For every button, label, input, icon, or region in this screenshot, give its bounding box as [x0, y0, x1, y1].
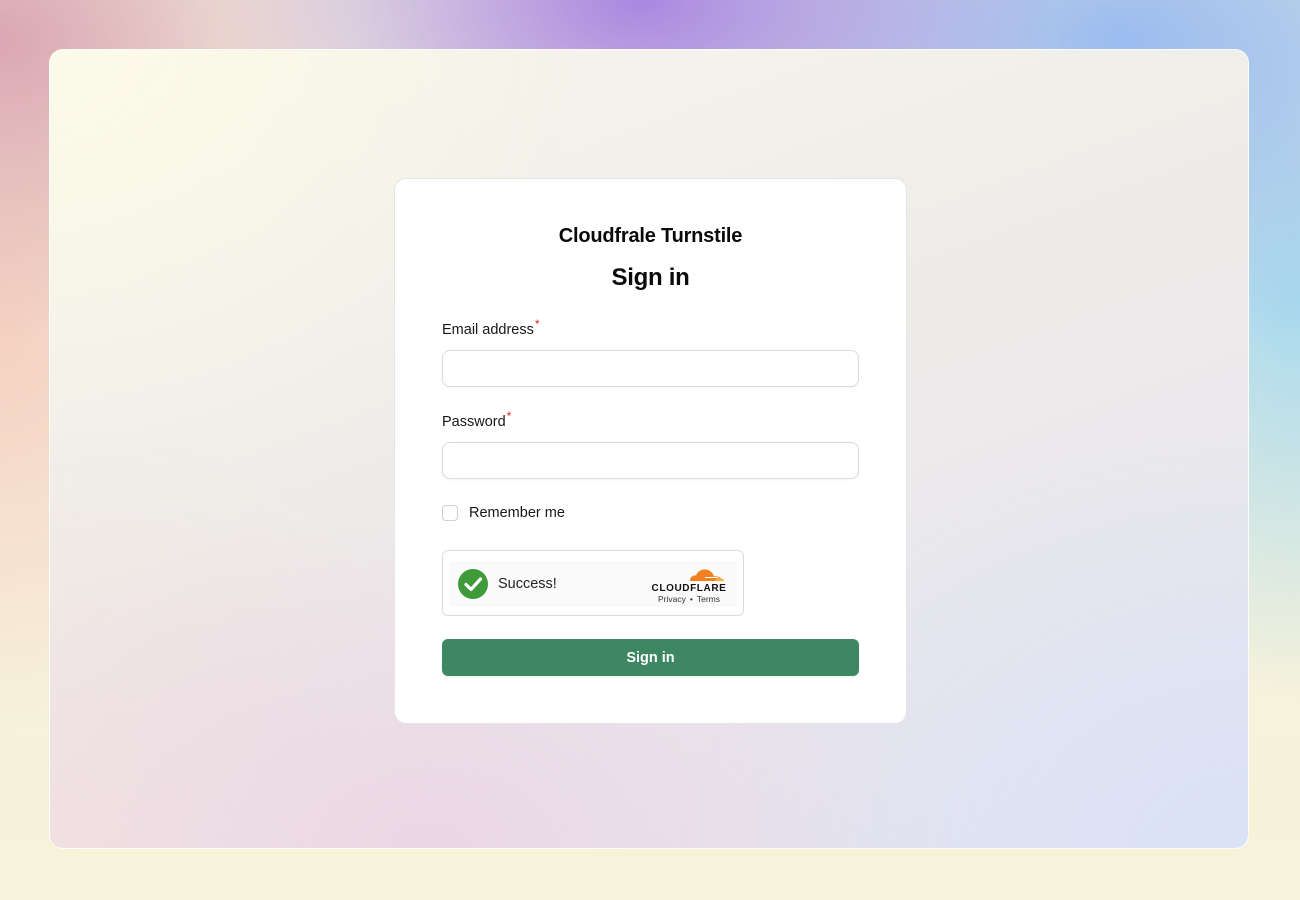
turnstile-body: Success! CLOUDFLARE Privacy • Terms: [449, 561, 737, 607]
cloudflare-logo-text: CLOUDFLARE: [652, 583, 727, 593]
check-circle-icon: [458, 569, 488, 599]
password-label-text: Password: [442, 414, 506, 430]
sign-in-card: Cloudfrale Turnstile Sign in Email addre…: [394, 178, 907, 724]
sign-in-button[interactable]: Sign in: [442, 639, 859, 676]
email-required-marker: *: [534, 317, 540, 331]
terms-link[interactable]: Terms: [697, 594, 720, 604]
turnstile-status-text: Success!: [498, 576, 557, 592]
email-label-text: Email address: [442, 322, 534, 338]
password-required-marker: *: [506, 409, 512, 423]
brand-title: Cloudfrale Turnstile: [558, 225, 743, 247]
remember-me-checkbox[interactable]: [442, 505, 458, 521]
password-label: Password*: [442, 409, 511, 430]
link-separator: •: [689, 594, 693, 604]
password-field[interactable]: [442, 442, 859, 479]
email-field[interactable]: [442, 350, 859, 387]
page-title: Sign in: [611, 264, 690, 291]
remember-me-label[interactable]: Remember me: [469, 505, 565, 521]
privacy-link[interactable]: Privacy: [658, 594, 686, 604]
page-frame: Cloudfrale Turnstile Sign in Email addre…: [49, 49, 1249, 849]
turnstile-links: Privacy • Terms: [649, 594, 729, 604]
turnstile-widget[interactable]: Success! CLOUDFLARE Privacy • Terms: [442, 550, 744, 616]
cloudflare-logo-icon: CLOUDFLARE: [652, 569, 727, 593]
remember-me-row[interactable]: Remember me: [442, 505, 565, 521]
email-label: Email address*: [442, 317, 540, 338]
